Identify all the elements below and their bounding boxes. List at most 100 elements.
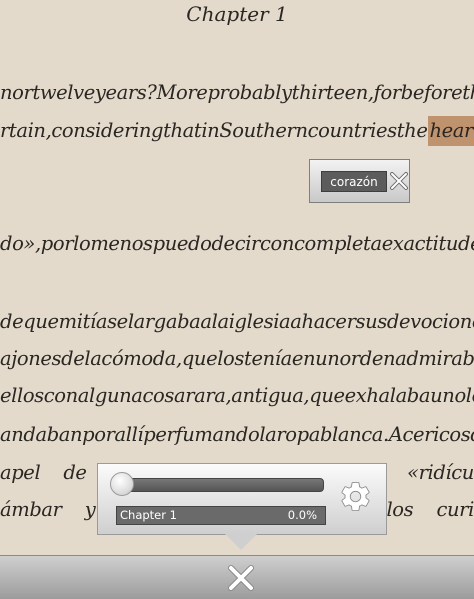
word[interactable]: exhalaba [345,381,431,411]
word[interactable]: los [217,344,244,374]
word[interactable]: for [374,78,401,108]
highlighted-word[interactable]: heart [427,116,474,146]
word[interactable]: cómoda, [101,344,182,374]
word[interactable]: rara, [185,381,231,411]
word[interactable]: puedo [153,229,212,259]
word[interactable]: Southern [219,116,308,146]
word[interactable]: before [401,78,463,108]
word[interactable]: tenía [244,344,292,374]
word[interactable]: ámbar [0,495,62,525]
word[interactable]: ropa [276,420,320,450]
word[interactable]: apel [0,458,41,488]
word[interactable]: orden [339,344,395,374]
word[interactable]: probably [207,78,292,108]
word[interactable]: curi [437,495,474,525]
word[interactable]: por [82,420,115,450]
word[interactable]: allí [115,420,144,450]
word[interactable]: los [386,495,413,525]
word[interactable]: perfumando [143,420,259,450]
word[interactable]: that [163,116,202,146]
word[interactable]: a [200,307,212,337]
word[interactable]: twelve [32,78,95,108]
word[interactable]: con [260,229,294,259]
word[interactable]: la [84,344,101,374]
word[interactable]: la [212,307,229,337]
word[interactable]: rtain, [0,116,52,146]
word[interactable]: ajones [0,344,62,374]
word[interactable]: «ridícu [407,458,474,488]
text-line[interactable]: rtain, considering that in Southern countries… [0,116,474,146]
word[interactable]: lo [73,229,91,259]
panel-pointer [225,534,257,550]
text-line[interactable]: de que mi tía se largaba a la iglesia a hacer sus de… [0,307,474,337]
close-menu-button[interactable] [226,563,256,593]
word[interactable]: con [44,381,78,411]
word[interactable]: devocione [387,307,474,337]
word[interactable]: largaba [128,307,201,337]
gear-icon [341,482,370,511]
progress-slider-track[interactable] [116,478,324,492]
word[interactable]: iglesia [229,307,291,337]
word[interactable]: de [470,420,474,450]
word[interactable]: olorcillo [454,381,474,411]
word[interactable]: then [462,78,474,108]
word[interactable]: que [23,307,59,337]
word[interactable]: Acericos [389,420,471,450]
word[interactable]: blanca. [320,420,389,450]
close-icon [390,172,408,190]
word[interactable]: countries [308,116,398,146]
word[interactable]: alguna [78,381,143,411]
word[interactable]: de [61,344,85,374]
word[interactable]: the [397,116,428,146]
word[interactable]: years? [95,78,157,108]
word[interactable]: thirteen, [292,78,374,108]
text-line[interactable]: n or twelve years? More probably thirteen, for b… [0,78,474,108]
word[interactable]: un [315,344,340,374]
word[interactable]: que [182,344,218,374]
word[interactable]: de [0,307,24,337]
word[interactable]: ellos [0,381,44,411]
word[interactable]: n [0,78,13,108]
word[interactable]: considering [51,116,163,146]
word[interactable]: andaban [0,420,83,450]
word[interactable]: or [12,78,33,108]
word[interactable]: antigua, [231,381,309,411]
word[interactable]: el [470,229,474,259]
word[interactable]: tía [83,307,108,337]
word[interactable]: More [156,78,207,108]
word[interactable]: a [290,307,302,337]
close-popup-button[interactable] [390,170,408,192]
word[interactable]: hacer [302,307,356,337]
translation-popup: corazón [309,159,410,203]
word[interactable]: se [107,307,128,337]
word[interactable]: do», [0,229,41,259]
word[interactable]: decir [211,229,260,259]
text-line[interactable]: ajones de la cómoda, que los tenía en un orden adm… [0,344,474,374]
close-icon [228,565,254,591]
word[interactable]: mi [59,307,83,337]
chapter-label: Chapter 1 [120,508,177,522]
text-line[interactable]: do», por lo menos puedo decir con completa exact… [0,229,474,259]
word[interactable]: completa [294,229,382,259]
chapter-progress-bar: Chapter 1 0.0% [116,506,326,525]
word[interactable]: in [201,116,219,146]
word[interactable]: y [85,495,96,525]
word[interactable]: menos [90,229,153,259]
text-line[interactable]: andaban por allí perfumando la ropa blanca. Ace… [0,420,474,450]
word[interactable]: exactitud [382,229,471,259]
word[interactable]: la [259,420,276,450]
text-line[interactable]: ellos con alguna cosa rara, antigua, que exhala… [0,381,474,411]
word[interactable]: en [292,344,316,374]
settings-button[interactable] [338,479,373,514]
word[interactable]: que [309,381,345,411]
word[interactable]: admirable. [395,344,474,374]
translated-word: corazón [321,171,387,192]
percent-label: 0.0% [287,508,317,522]
word[interactable]: de [63,458,87,488]
word[interactable]: un [430,381,455,411]
word[interactable]: por [41,229,74,259]
word[interactable]: cosa [143,381,186,411]
word[interactable]: sus [356,307,388,337]
progress-slider-thumb[interactable] [110,472,134,496]
progress-panel: Chapter 1 0.0% [97,463,387,535]
